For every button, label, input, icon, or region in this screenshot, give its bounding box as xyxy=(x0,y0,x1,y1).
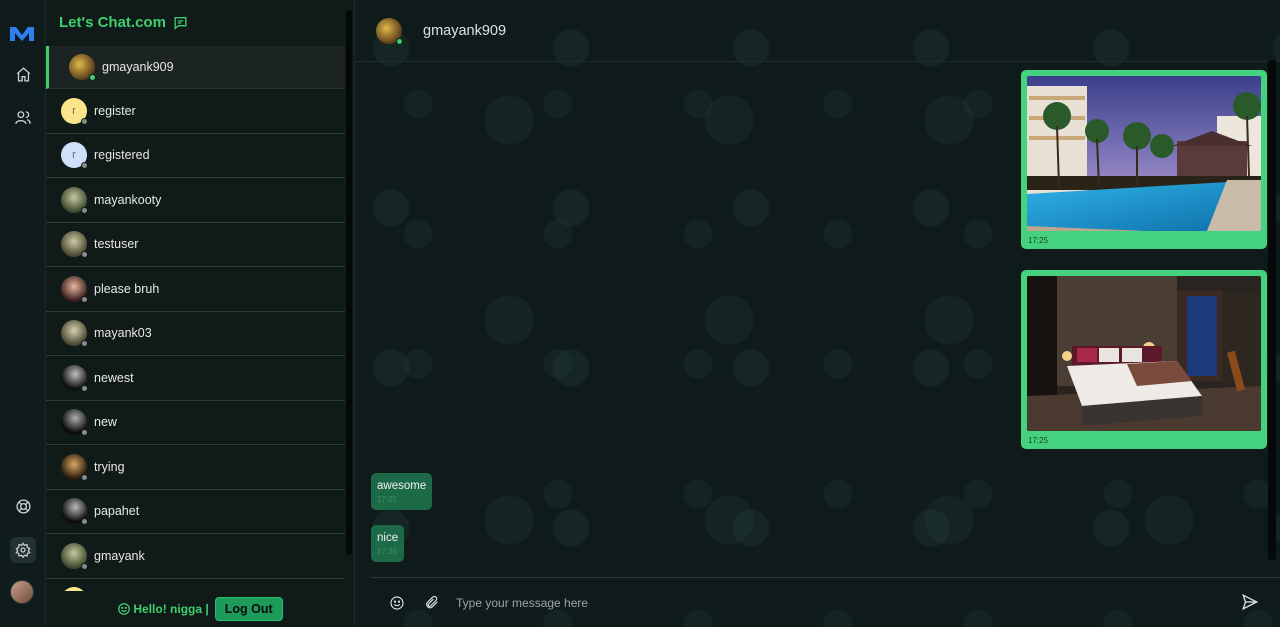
avatar xyxy=(61,409,88,437)
nav-rail xyxy=(0,0,46,627)
image-message[interactable]: 17:25 xyxy=(1021,270,1267,449)
brand: Let's Chat.com xyxy=(59,14,189,31)
status-dot xyxy=(81,473,88,481)
message-time: 17:25 xyxy=(1028,436,1049,445)
message-text: awesome xyxy=(377,480,427,492)
chat-scrollbar[interactable] xyxy=(1268,60,1276,560)
status-dot xyxy=(81,295,88,303)
sidebar-scrollbar[interactable] xyxy=(346,10,352,555)
contact-item[interactable]: papahet xyxy=(46,490,345,534)
status-dot xyxy=(81,429,88,437)
message-composer xyxy=(371,577,1280,627)
home-icon[interactable] xyxy=(10,61,36,87)
contact-name: trying xyxy=(94,459,125,474)
avatar xyxy=(61,453,88,481)
contact-name: newest xyxy=(94,370,134,385)
avatar-initial: r xyxy=(72,104,76,117)
resort-pool-photo[interactable] xyxy=(1027,76,1261,231)
contact-item[interactable]: please bruh xyxy=(46,267,345,312)
contact-name: register xyxy=(94,103,136,118)
logo-icon[interactable] xyxy=(9,24,35,44)
sidebar-footer: Hello! nigga | Log Out xyxy=(46,591,354,627)
greeting-text: Hello! nigga | xyxy=(133,602,209,616)
emoji-icon[interactable] xyxy=(388,594,406,612)
smile-icon xyxy=(118,603,131,615)
contact-name: papahet xyxy=(94,504,140,519)
contact-name: new xyxy=(94,415,117,430)
attachment-icon[interactable] xyxy=(423,594,441,612)
contact-item[interactable]: r register xyxy=(46,89,345,134)
avatar xyxy=(61,498,88,526)
avatar xyxy=(69,54,96,81)
message-text: nice xyxy=(377,532,399,544)
user-avatar[interactable] xyxy=(10,580,34,604)
avatar: r xyxy=(61,97,88,125)
avatar xyxy=(61,320,88,348)
contact-item[interactable]: r registered xyxy=(46,134,345,178)
avatar-initial: r xyxy=(72,149,76,162)
status-dot xyxy=(89,74,96,81)
contact-item-partial[interactable] xyxy=(46,579,345,591)
avatar xyxy=(61,186,88,214)
avatar xyxy=(61,542,88,570)
chat-bubble-icon xyxy=(174,16,187,30)
contact-name: mayank03 xyxy=(94,326,152,341)
image-message[interactable]: 17:25 xyxy=(1021,70,1267,249)
contact-item[interactable]: mayank03 xyxy=(46,312,345,356)
status-dot xyxy=(396,37,403,45)
status-dot xyxy=(81,251,88,259)
contact-item[interactable]: gmayank xyxy=(46,534,345,579)
contact-name: gmayank909 xyxy=(102,60,174,74)
hotel-bedroom-photo[interactable] xyxy=(1027,276,1261,431)
contact-name: gmayank xyxy=(94,548,145,563)
chat-header: gmayank909 xyxy=(355,0,1280,62)
send-icon[interactable] xyxy=(1241,593,1261,613)
message-time: 17:25 xyxy=(377,547,398,556)
contact-list: gmayank909 r register r registered mayan… xyxy=(46,46,345,591)
contact-name: testuser xyxy=(94,237,139,252)
message-input[interactable] xyxy=(456,595,1216,610)
chat-title: gmayank909 xyxy=(423,22,507,39)
message-time: 17:25 xyxy=(377,495,398,504)
contact-item[interactable]: testuser xyxy=(46,223,345,267)
text-message[interactable]: awesome 17:25 xyxy=(371,473,433,510)
status-dot xyxy=(81,562,88,570)
contact-item[interactable]: new xyxy=(46,401,345,445)
sidebar: Let's Chat.com gmayank909 r register r r… xyxy=(46,0,354,627)
status-dot xyxy=(81,518,88,526)
settings-icon[interactable] xyxy=(10,537,36,563)
status-dot xyxy=(81,340,88,348)
text-message[interactable]: nice 17:25 xyxy=(371,525,405,562)
contact-item[interactable]: trying xyxy=(46,445,345,490)
avatar: r xyxy=(61,142,88,170)
contact-name: registered xyxy=(94,148,150,163)
help-icon[interactable] xyxy=(10,493,36,519)
contact-item[interactable]: mayankooty xyxy=(46,178,345,223)
avatar xyxy=(61,275,88,303)
status-dot xyxy=(81,117,88,125)
contact-name: mayankooty xyxy=(94,192,162,207)
status-dot xyxy=(81,162,88,170)
users-icon[interactable] xyxy=(10,104,36,130)
avatar xyxy=(61,231,88,259)
avatar xyxy=(61,364,88,392)
contact-name: please bruh xyxy=(94,281,160,296)
status-dot xyxy=(81,384,88,392)
brand-title: Let's Chat.com xyxy=(59,14,166,31)
chat-panel: gmayank909 17:25 17:25 awesome 17:25 nic… xyxy=(354,0,1280,627)
avatar[interactable] xyxy=(376,17,403,45)
contact-item[interactable]: newest xyxy=(46,356,345,401)
status-dot xyxy=(81,206,88,214)
message-time: 17:25 xyxy=(1028,236,1049,245)
contact-item[interactable]: gmayank909 xyxy=(46,46,345,89)
logout-button[interactable]: Log Out xyxy=(214,597,283,621)
